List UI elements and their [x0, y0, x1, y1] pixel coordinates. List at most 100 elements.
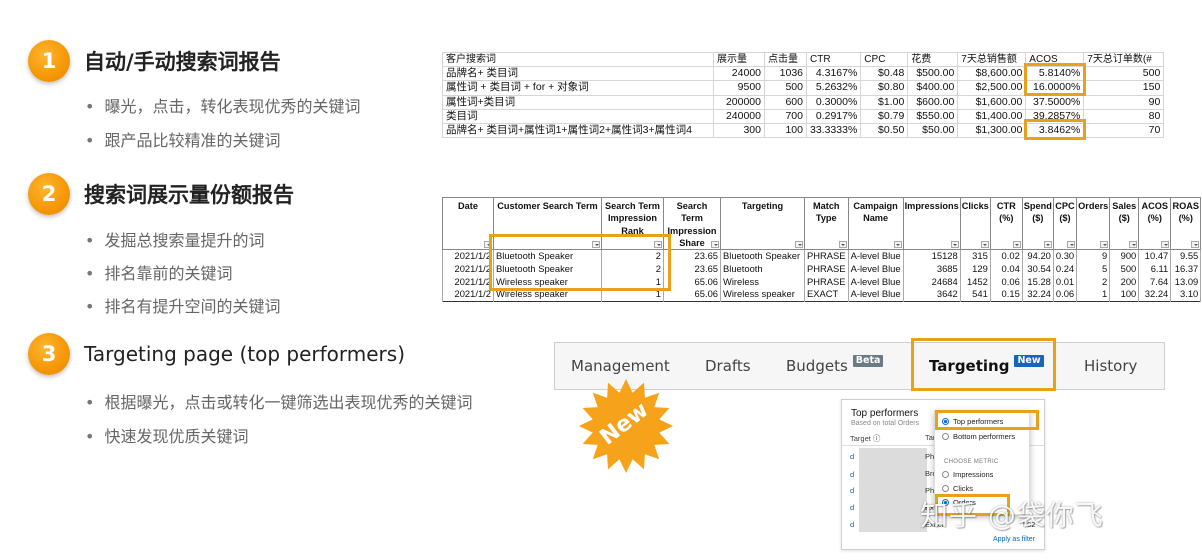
section-title-1: 自动/手动搜索词报告 — [84, 50, 281, 74]
panel-subtitle: Based on total Orders — [851, 420, 920, 427]
new-starburst-icon: New — [579, 379, 673, 473]
t2-cell: 0.30 — [1052, 249, 1078, 263]
metric-impressions-label: Impressions — [953, 470, 994, 479]
t2-cell: 23.65 — [663, 249, 721, 263]
t2-cell: 0.06 — [1052, 288, 1078, 302]
t2-header-cell: Match Type — [804, 196, 849, 251]
panel-title: Top performers — [851, 408, 919, 419]
t2-header-cell: CPC ($) — [1052, 196, 1078, 251]
t2-cell: 315 — [959, 249, 991, 263]
t2-cell: A-level Blue — [847, 249, 904, 263]
t1-cell: $1,300.00 — [957, 122, 1027, 139]
t1-cell: 5.2632% — [805, 80, 862, 96]
t2-cell: 6.11 — [1138, 262, 1172, 276]
t2-header-cell: Clicks — [959, 196, 991, 251]
t2-cell: 9 — [1076, 249, 1111, 263]
tab-drafts-label: Drafts — [705, 357, 751, 375]
t1-cell: $50.00 — [907, 122, 959, 139]
t1-cell: 属性词 + 类目词 + for + 对象词 — [442, 80, 714, 96]
highlight-acos-row1 — [1024, 63, 1086, 96]
tab-management-label: Management — [571, 357, 670, 375]
filter-dropdown-icon[interactable] — [838, 241, 847, 249]
t1-cell: 700 — [764, 108, 807, 124]
t2-header-label: Date — [458, 201, 478, 211]
t2-cell: 1452 — [959, 275, 991, 289]
t2-cell: 0.24 — [1052, 262, 1078, 276]
section-number-3: 3 — [28, 333, 70, 375]
target-link-1[interactable]: d — [850, 452, 854, 461]
t1-cell: 7天总订单数(# — [1083, 51, 1165, 68]
filter-dropdown-icon[interactable] — [1161, 241, 1170, 249]
t1-cell: $1.00 — [860, 94, 909, 110]
filter-dropdown-icon[interactable] — [1191, 241, 1200, 249]
filter-dropdown-icon[interactable] — [1043, 241, 1052, 249]
t2-cell: 13.09 — [1170, 275, 1202, 289]
tab-drafts[interactable]: Drafts — [705, 343, 751, 389]
t2-header-label: Match Type — [813, 201, 840, 224]
metric-clicks[interactable]: Clicks — [942, 484, 973, 493]
t2-cell: 100 — [1109, 288, 1140, 302]
t2-cell: PHRASE — [804, 249, 849, 263]
t2-header-label: Orders — [1078, 201, 1109, 211]
target-link-3[interactable]: d — [850, 486, 854, 495]
t2-header-label: ROAS (%) — [1172, 201, 1200, 224]
section-title-2: 搜索词展示量份额报告 — [84, 183, 294, 207]
filter-dropdown-icon[interactable] — [1129, 241, 1138, 249]
t2-header-cell: Campaign Name — [847, 196, 904, 251]
t2-cell: 65.06 — [663, 288, 721, 302]
t2-cell: 500 — [1109, 262, 1140, 276]
t1-cell: 花费 — [907, 51, 959, 68]
t2-cell: 2021/1/2 — [442, 249, 494, 263]
filter-dropdown-icon[interactable] — [950, 241, 959, 249]
t2-cell: 0.04 — [989, 262, 1023, 276]
section-2-bullet-2: 排名靠前的关键词 — [85, 260, 232, 284]
filter-dropdown-icon[interactable] — [711, 241, 719, 249]
t1-cell: 80 — [1083, 108, 1165, 124]
t1-cell: 24000 — [713, 66, 765, 82]
t2-cell: 16.37 — [1170, 262, 1202, 276]
t2-cell: 1 — [1076, 288, 1111, 302]
radio-icon — [942, 471, 949, 478]
t2-header-cell: Sales ($) — [1109, 196, 1140, 251]
t1-cell: $600.00 — [907, 94, 959, 110]
t2-cell: 5 — [1076, 262, 1111, 276]
t1-cell: 9500 — [713, 80, 765, 96]
tab-history[interactable]: History — [1084, 343, 1137, 389]
t2-header-label: Customer Search Term — [497, 201, 598, 211]
target-link-2[interactable]: d — [850, 470, 854, 479]
t2-cell: Bluetooth Speaker — [720, 249, 805, 263]
t2-cell: A-level Blue — [847, 275, 904, 289]
metric-impressions[interactable]: Impressions — [942, 470, 993, 479]
t1-cell: 展示量 — [713, 51, 765, 68]
t2-cell: 2 — [1076, 275, 1111, 289]
target-link-5[interactable]: d — [850, 520, 854, 529]
t1-cell: 0.3000% — [805, 94, 862, 110]
t1-cell: 240000 — [713, 108, 765, 124]
filter-dropdown-icon[interactable] — [980, 241, 989, 249]
filter-dropdown-icon[interactable] — [1012, 241, 1021, 249]
t2-cell: EXACT — [804, 288, 849, 302]
t1-cell: 90 — [1083, 94, 1165, 110]
t2-cell: 15128 — [902, 249, 961, 263]
t2-header-label: ACOS (%) — [1141, 201, 1169, 224]
option-bottom-performers[interactable]: Bottom performers — [942, 432, 1015, 441]
t2-cell: Bluetooth — [720, 262, 805, 276]
target-link-4[interactable]: d — [850, 503, 854, 512]
t2-cell: 23.65 — [663, 262, 721, 276]
apply-as-filter-link[interactable]: Apply as filter — [993, 536, 1035, 543]
t2-cell: 2021/1/2 — [442, 288, 494, 302]
filter-dropdown-icon[interactable] — [1067, 241, 1076, 249]
target-thumbnail-placeholder — [859, 448, 927, 532]
t1-cell: 7天总销售额 — [957, 51, 1027, 68]
t2-cell: 900 — [1109, 249, 1140, 263]
filter-dropdown-icon[interactable] — [795, 241, 803, 249]
t2-header-label: Search Term Impression Rank — [605, 201, 660, 236]
filter-dropdown-icon[interactable] — [893, 241, 902, 249]
filter-dropdown-icon[interactable] — [1100, 241, 1109, 249]
t2-cell: 0.01 — [1052, 275, 1078, 289]
t2-cell: 32.24 — [1138, 288, 1172, 302]
t2-header-label: Clicks — [961, 201, 989, 211]
tab-budgets[interactable]: Budgets Beta — [786, 343, 884, 389]
t1-cell: CTR — [805, 51, 862, 68]
t2-cell: 541 — [959, 288, 991, 302]
